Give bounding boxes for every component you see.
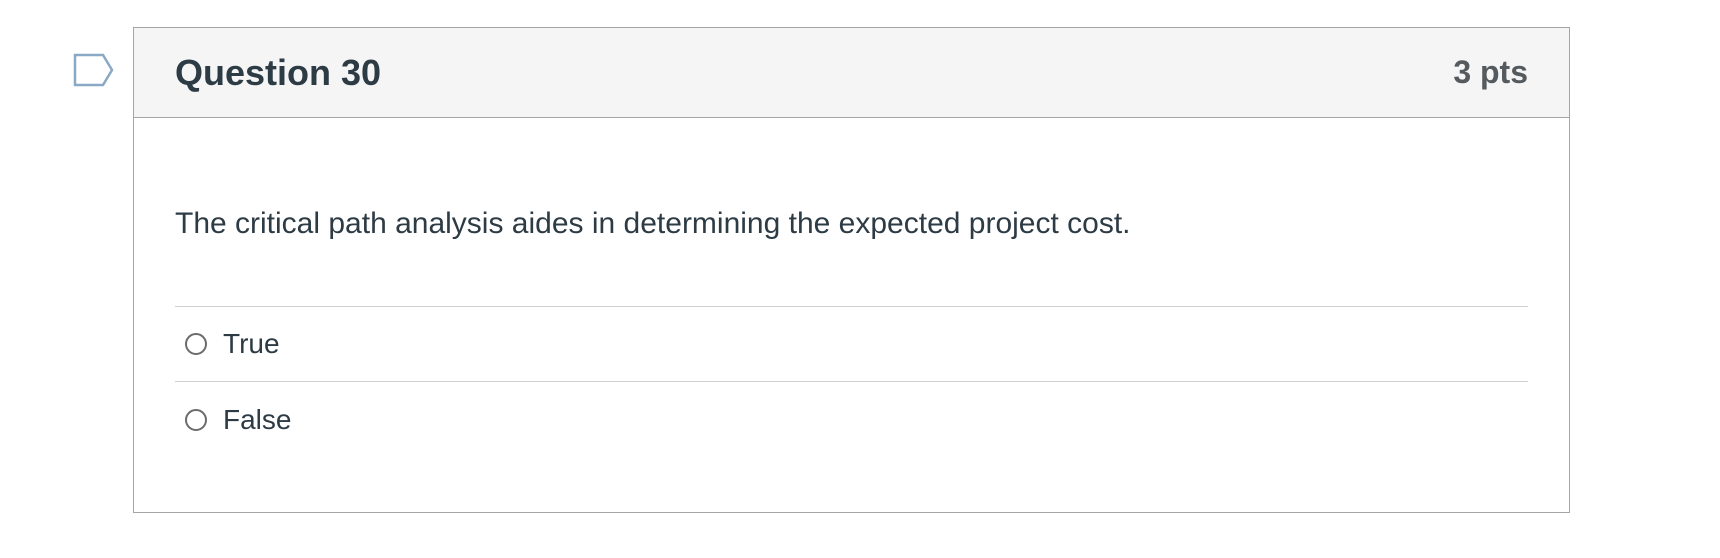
answer-list: True False xyxy=(175,306,1528,457)
question-title: Question 30 xyxy=(175,51,382,93)
question-points: 3 pts xyxy=(1453,54,1528,90)
answer-label: False xyxy=(223,403,292,435)
flag-question-icon[interactable] xyxy=(73,53,115,87)
answer-option-false[interactable]: False xyxy=(175,382,1528,457)
answer-option-true[interactable]: True xyxy=(175,307,1528,382)
radio-button[interactable] xyxy=(185,408,207,431)
question-text: The critical path analysis aides in dete… xyxy=(175,207,1131,240)
question-body: The critical path analysis aides in dete… xyxy=(134,118,1569,457)
quiz-page: Question 30 3 pts The critical path anal… xyxy=(0,0,1720,558)
answer-label: True xyxy=(223,328,280,359)
question-card: Question 30 3 pts The critical path anal… xyxy=(133,27,1570,513)
radio-button[interactable] xyxy=(185,333,207,355)
question-header: Question 30 3 pts xyxy=(134,28,1569,118)
